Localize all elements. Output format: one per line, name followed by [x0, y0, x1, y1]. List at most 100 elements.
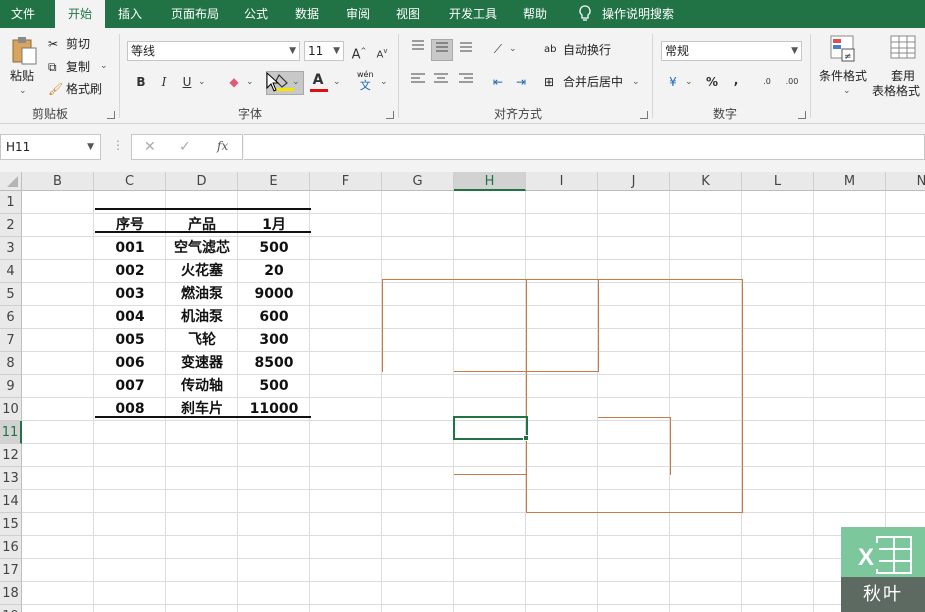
- table-cell[interactable]: 006: [94, 352, 166, 375]
- table-cell[interactable]: 002: [94, 260, 166, 283]
- table-cell[interactable]: 火花塞: [166, 260, 238, 283]
- tab-page-layout[interactable]: 页面布局: [160, 0, 230, 28]
- row-header-6[interactable]: 6: [0, 306, 22, 329]
- row-header-2[interactable]: 2: [0, 214, 22, 237]
- phonetic-button[interactable]: wén 文: [357, 70, 374, 92]
- insert-function-icon[interactable]: fx: [217, 139, 228, 153]
- table-cell[interactable]: 500: [238, 237, 310, 260]
- row-header-4[interactable]: 4: [0, 260, 22, 283]
- table-cell[interactable]: 003: [94, 283, 166, 306]
- spreadsheet-grid[interactable]: BCDEFGHIJKLMN 1 2 3 4 5 6 7 8 9 10 11 12 13 14 15 16 17 1…: [0, 172, 925, 612]
- column-header-g[interactable]: G: [382, 172, 454, 191]
- select-all-corner[interactable]: [0, 172, 22, 191]
- table-cell[interactable]: 变速器: [166, 352, 238, 375]
- font-size-select[interactable]: 11 ▼: [304, 41, 344, 61]
- eraser-icon[interactable]: ◆: [224, 72, 244, 92]
- alignment-launcher-icon[interactable]: [640, 111, 648, 119]
- table-cell[interactable]: 机油泵: [166, 306, 238, 329]
- conditional-format-dropdown-icon[interactable]: ⌄: [843, 86, 851, 96]
- tab-review[interactable]: 审阅: [336, 0, 380, 28]
- clipboard-launcher-icon[interactable]: [107, 111, 115, 119]
- align-right-icon[interactable]: [456, 72, 476, 92]
- format-painter-icon[interactable]: 🖌: [48, 81, 63, 97]
- tab-insert[interactable]: 插入: [108, 0, 152, 28]
- table-cell[interactable]: 11000: [238, 398, 310, 421]
- row-header-7[interactable]: 7: [0, 329, 22, 352]
- column-header-j[interactable]: J: [598, 172, 670, 191]
- row-header-13[interactable]: 13: [0, 467, 22, 490]
- align-middle-icon[interactable]: [431, 39, 453, 61]
- table-cell[interactable]: 飞轮: [166, 329, 238, 352]
- wrap-text-icon[interactable]: ab: [544, 42, 556, 58]
- row-header-8[interactable]: 8: [0, 352, 22, 375]
- row-header-9[interactable]: 9: [0, 375, 22, 398]
- row-header-1[interactable]: 1: [0, 191, 22, 214]
- currency-dropdown-icon[interactable]: ⌄: [685, 77, 693, 87]
- merge-center-button[interactable]: 合并后居中: [563, 74, 623, 90]
- format-as-table-label-1[interactable]: 套用: [891, 68, 915, 84]
- table-cell[interactable]: 500: [238, 375, 310, 398]
- tab-data[interactable]: 数据: [284, 0, 330, 28]
- align-left-icon[interactable]: [408, 72, 428, 92]
- comma-button[interactable]: ,: [726, 70, 746, 90]
- row-header-10[interactable]: 10: [0, 398, 22, 421]
- number-launcher-icon[interactable]: [798, 111, 806, 119]
- currency-icon[interactable]: ¥: [663, 72, 683, 92]
- conditional-format-icon[interactable]: ≠: [830, 35, 856, 67]
- table-header-cell[interactable]: 产品: [166, 214, 238, 237]
- paste-button[interactable]: 粘贴: [10, 68, 34, 84]
- row-header-5[interactable]: 5: [0, 283, 22, 306]
- copy-button[interactable]: 复制: [66, 59, 90, 75]
- table-cell[interactable]: 燃油泵: [166, 283, 238, 306]
- row-header-15[interactable]: 15: [0, 513, 22, 536]
- decrease-indent-icon[interactable]: ⇤: [488, 72, 508, 92]
- orientation-icon[interactable]: ⟋: [488, 39, 508, 59]
- table-cell[interactable]: 刹车片: [166, 398, 238, 421]
- selected-cell-h11[interactable]: [453, 416, 528, 440]
- cut-icon[interactable]: ✂: [48, 36, 58, 52]
- phonetic-dropdown-icon[interactable]: ⌄: [380, 77, 388, 87]
- align-bottom-icon[interactable]: [456, 39, 476, 59]
- table-cell[interactable]: 004: [94, 306, 166, 329]
- conditional-format-button[interactable]: 条件格式: [819, 68, 867, 84]
- row-header-11[interactable]: 11: [0, 421, 22, 444]
- tab-help[interactable]: 帮助: [512, 0, 558, 28]
- row-header-14[interactable]: 14: [0, 490, 22, 513]
- format-painter-button[interactable]: 格式刷: [66, 81, 102, 97]
- row-header-18[interactable]: 18: [0, 582, 22, 605]
- font-color-dropdown-icon[interactable]: ⌄: [333, 77, 341, 87]
- table-cell[interactable]: 9000: [238, 283, 310, 306]
- bold-button[interactable]: B: [131, 72, 151, 92]
- tell-me-search[interactable]: 操作说明搜索: [602, 0, 692, 28]
- table-cell[interactable]: 8500: [238, 352, 310, 375]
- paste-icon[interactable]: [10, 36, 38, 65]
- column-header-k[interactable]: K: [670, 172, 742, 191]
- underline-button[interactable]: U: [177, 72, 197, 92]
- border-dropdown-icon[interactable]: ⌄: [246, 77, 254, 87]
- column-header-e[interactable]: E: [238, 172, 310, 191]
- table-header-cell[interactable]: 1月: [238, 214, 310, 237]
- cancel-icon[interactable]: ✕: [144, 139, 156, 155]
- merge-center-icon[interactable]: ⊞: [544, 74, 554, 90]
- number-format-select[interactable]: 常规 ▼: [661, 41, 802, 61]
- row-header-16[interactable]: 16: [0, 536, 22, 559]
- cut-button[interactable]: 剪切: [66, 36, 90, 52]
- tab-file[interactable]: 文件: [0, 0, 46, 28]
- align-center-icon[interactable]: [431, 72, 451, 92]
- grow-font-button[interactable]: A^: [349, 41, 369, 62]
- table-cell[interactable]: 传动轴: [166, 375, 238, 398]
- fill-color-dropdown-icon[interactable]: ⌄: [292, 77, 300, 87]
- column-header-l[interactable]: L: [742, 172, 814, 191]
- copy-icon[interactable]: ⧉: [48, 59, 57, 75]
- tab-developer[interactable]: 开发工具: [440, 0, 506, 28]
- shrink-font-button[interactable]: Av: [372, 41, 392, 61]
- tab-home[interactable]: 开始: [55, 0, 105, 28]
- row-header-17[interactable]: 17: [0, 559, 22, 582]
- align-top-icon[interactable]: [408, 39, 428, 59]
- formula-input[interactable]: [244, 134, 925, 160]
- format-as-table-label-2[interactable]: 表格格式: [872, 83, 920, 99]
- format-as-table-icon[interactable]: [890, 35, 918, 67]
- column-header-h[interactable]: H: [454, 172, 526, 191]
- table-cell[interactable]: 空气滤芯: [166, 237, 238, 260]
- copy-dropdown-icon[interactable]: ⌄: [100, 61, 108, 71]
